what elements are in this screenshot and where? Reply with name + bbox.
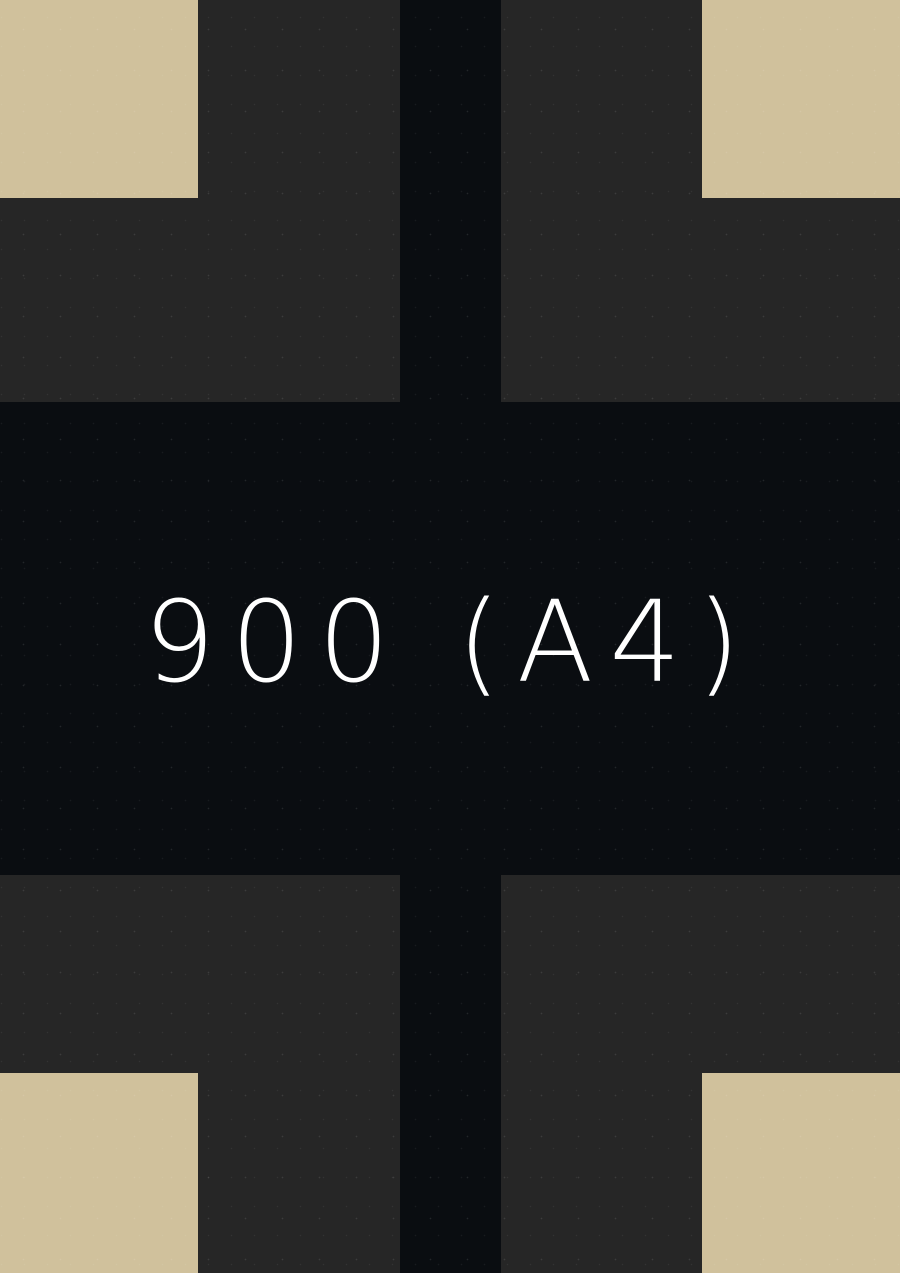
format-label: 900 (A4) <box>143 578 757 708</box>
corner-square-top-right <box>702 0 900 198</box>
corner-square-bottom-right <box>702 1073 900 1273</box>
format-card: 900 (A4) <box>0 0 900 1273</box>
corner-square-bottom-left <box>0 1073 198 1273</box>
corner-square-top-left <box>0 0 198 198</box>
